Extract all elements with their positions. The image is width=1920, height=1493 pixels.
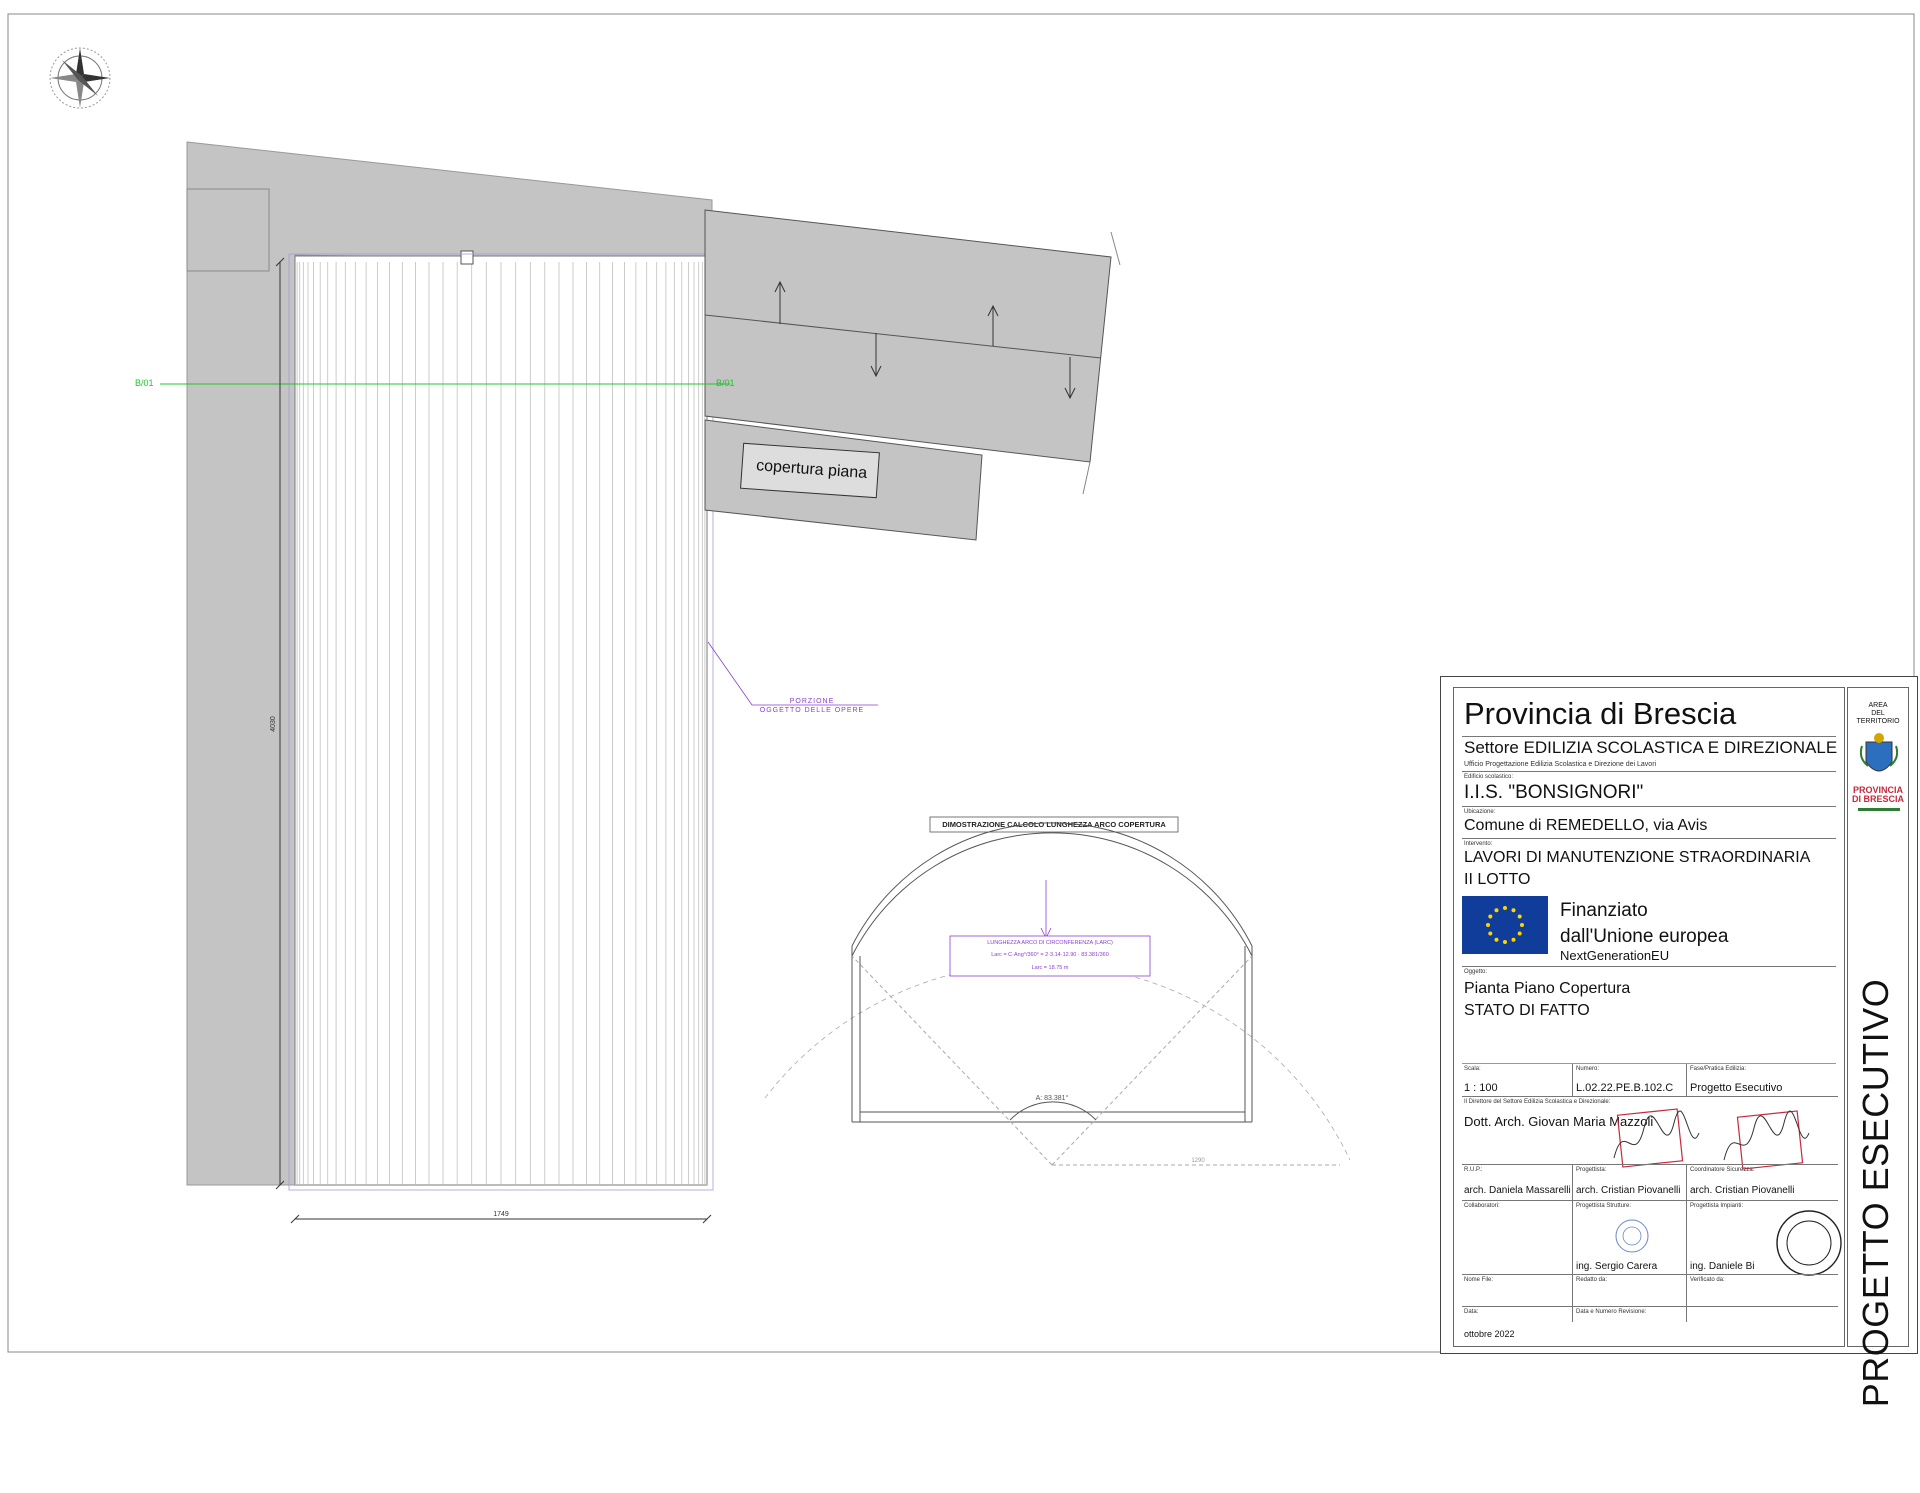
eu-star-icon: [1488, 931, 1493, 936]
works-line2: II LOTTO: [1464, 871, 1531, 888]
eu-star-icon: [1494, 937, 1499, 942]
arc-formula-line1: LUNGHEZZA ARCO DI CIRCONFERENZA (LARC): [987, 940, 1113, 946]
arc-section-diagram: [764, 822, 1351, 1166]
plant-label: Progettista Impianti:: [1690, 1203, 1744, 1209]
number-label: Numero:: [1576, 1066, 1600, 1072]
checked-label: Verificato da:: [1690, 1277, 1725, 1283]
filename-label: Nome File:: [1464, 1277, 1494, 1283]
location-label: Ubicazione:: [1464, 809, 1496, 815]
revision-label: Data e Numero Revisione:: [1576, 1309, 1647, 1315]
number-value: L.02.22.PE.B.102.C: [1576, 1082, 1674, 1094]
pitched-roof: [704, 209, 1121, 541]
director-label: Il Direttore del Settore Edilizia Scolas…: [1464, 1099, 1611, 1105]
section-mark-left: B/01: [135, 378, 154, 388]
sector-name: Settore EDILIZIA SCOLASTICA E DIREZIONAL…: [1464, 738, 1838, 757]
title-block-side: AREA DEL TERRITORIO PROVINCIA DI BRESCIA…: [1847, 687, 1909, 1407]
arc-title: DIMOSTRAZIONE CALCOLO LUNGHEZZA ARCO COP…: [942, 820, 1166, 829]
designer-name: arch. Cristian Piovanelli: [1576, 1185, 1681, 1196]
dim-width: 1749: [493, 1211, 509, 1218]
building-name: I.I.S. "BONSIGNORI": [1464, 782, 1644, 803]
eu-star-icon: [1511, 908, 1516, 913]
logo-brand-2: DI BRESCIA: [1851, 794, 1904, 804]
date-label: Data:: [1464, 1309, 1479, 1315]
struct-stamp-icon: [1615, 1219, 1649, 1253]
date-value: ottobre 2022: [1464, 1329, 1515, 1339]
section-mark-right: B/01: [716, 378, 735, 388]
eu-star-icon: [1488, 914, 1493, 919]
works-label: Intervento:: [1464, 841, 1493, 847]
plant-name: ing. Daniele Bi: [1690, 1261, 1755, 1272]
building-label: Edificio scolastico:: [1464, 774, 1514, 780]
object-line1: Pianta Piano Copertura: [1464, 980, 1631, 997]
object-line2: STATO DI FATTO: [1464, 1002, 1590, 1019]
arc-formula-line3: Larc = 18.75 m: [1032, 965, 1069, 971]
eu-star-icon: [1503, 906, 1507, 910]
eu-star-icon: [1486, 923, 1490, 927]
struct-label: Progettista Strutture:: [1576, 1203, 1632, 1209]
title-block: Provincia di Brescia Settore EDILIZIA SC…: [1440, 676, 1918, 1407]
arc-radius-dim: 1290: [1191, 1158, 1205, 1164]
eu-star-icon: [1503, 940, 1507, 944]
eu-flag-icon: [1462, 896, 1548, 954]
vault-roof: [288, 250, 714, 1191]
object-label: Oggetto:: [1464, 969, 1488, 975]
professional-seal-icon: [1776, 1210, 1842, 1276]
north-arrow-icon: [49, 47, 111, 109]
arc-formula-line2: Larc = C·Ang°/360° = 2·3.14·12.90 · 83.3…: [991, 952, 1109, 958]
works-line1: LAVORI DI MANUTENZIONE STRAORDINARIA: [1464, 849, 1811, 866]
vertical-phase-title: PROGETTO ESECUTIVO: [1855, 978, 1896, 1408]
struct-name: ing. Sergio Carera: [1576, 1261, 1658, 1272]
collaborators-label: Collaboratori:: [1464, 1203, 1500, 1209]
funding-line2: dall'Unione europea: [1560, 926, 1729, 947]
rup-name: arch. Daniela Massarelli: [1464, 1185, 1571, 1196]
eu-star-icon: [1520, 923, 1524, 927]
drafted-label: Redatto da:: [1576, 1277, 1608, 1283]
designer-label: Progettista:: [1576, 1167, 1607, 1173]
province-coat-of-arms-icon: [1860, 733, 1898, 772]
eu-star-icon: [1517, 931, 1522, 936]
coordinator-name: arch. Cristian Piovanelli: [1690, 1185, 1795, 1196]
phase-label: Fase/Pratica Edilizia:: [1690, 1066, 1747, 1072]
eu-star-icon: [1494, 908, 1499, 913]
title-block-main: Provincia di Brescia Settore EDILIZIA SC…: [1453, 687, 1845, 1347]
logo-text-3: TERRITORIO: [1856, 718, 1900, 725]
scale-value: 1 : 100: [1464, 1082, 1498, 1094]
logo-text-1: AREA: [1868, 702, 1888, 709]
coordinator-label: Coordinatore Sicurezza:: [1690, 1167, 1755, 1173]
logo-text-2: DEL: [1871, 710, 1885, 717]
authority-name: Provincia di Brescia: [1464, 696, 1737, 731]
scope-note-line2: OGGETTO DELLE OPERE: [760, 707, 864, 714]
location-value: Comune di REMEDELLO, via Avis: [1464, 817, 1708, 834]
eu-star-icon: [1517, 914, 1522, 919]
arc-angle: A: 83.381°: [1036, 1094, 1069, 1102]
rup-label: R.U.P.:: [1464, 1167, 1483, 1173]
scale-label: Scala:: [1464, 1066, 1481, 1072]
dim-height: 4030: [270, 716, 277, 732]
office-name: Ufficio Progettazione Edilizia Scolastic…: [1464, 761, 1657, 768]
scope-note-line1: PORZIONE: [790, 698, 835, 705]
eu-star-icon: [1511, 937, 1516, 942]
phase-value: Progetto Esecutivo: [1690, 1082, 1783, 1094]
funding-line3: NextGenerationEU: [1560, 948, 1670, 963]
funding-line1: Finanziato: [1560, 900, 1648, 921]
